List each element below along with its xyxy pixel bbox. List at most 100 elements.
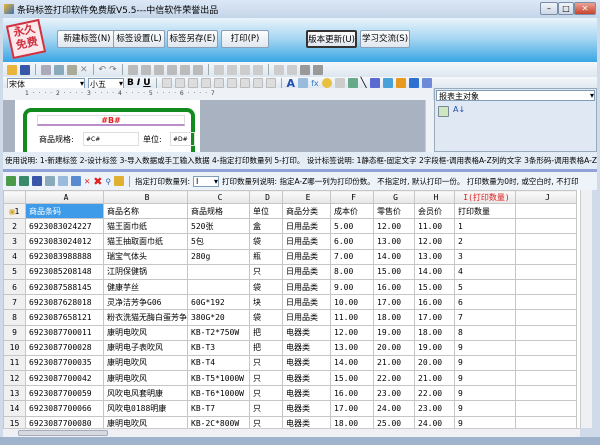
text-align-3-icon[interactable] (187, 78, 198, 88)
grid-cell[interactable]: 成本价 (330, 202, 374, 220)
label-design-canvas[interactable]: #B# 商品规格: #C# 单位: #D# (3, 100, 425, 158)
grid-cell[interactable] (515, 248, 577, 265)
barcode-icon[interactable] (369, 78, 380, 88)
grid-cell[interactable]: 袋 (249, 309, 283, 326)
text-align-1-icon[interactable] (161, 78, 172, 88)
label-save-as-button[interactable]: 标签另存(E) (167, 30, 218, 48)
column-header[interactable]: B (103, 190, 188, 204)
grid-cell[interactable]: 10.00 (330, 294, 374, 311)
grid-cell[interactable]: 粉衣洗猫无酶白蛋芳争 (103, 309, 188, 326)
grid-cell[interactable]: 6923087700011 (25, 324, 104, 341)
text-align-6-icon[interactable] (226, 78, 237, 88)
grid-cell[interactable]: 商品规格 (187, 202, 250, 220)
grid-cell[interactable] (515, 309, 577, 326)
page-number-icon[interactable] (334, 78, 345, 88)
grid-cell[interactable]: 14.00 (414, 263, 455, 280)
unit-field[interactable]: #D# (170, 132, 195, 146)
maximize-button[interactable]: □ (558, 2, 574, 15)
font-size-select[interactable]: 小五 ▾ (88, 77, 124, 89)
formula-icon[interactable]: fx (311, 79, 319, 88)
grid-cell[interactable]: 只 (249, 415, 283, 428)
grid-cell[interactable]: 280g (187, 248, 250, 265)
export-icon[interactable] (19, 176, 29, 186)
grid-cell[interactable]: 单位 (249, 202, 283, 220)
column-header[interactable]: H (414, 190, 455, 204)
column-header[interactable]: F (330, 190, 374, 204)
row-number[interactable]: 14 (3, 400, 26, 417)
row-number[interactable]: 6 (3, 278, 26, 296)
grid-cell[interactable]: 16.00 (330, 385, 374, 402)
grid-cell[interactable]: 7.00 (330, 248, 374, 265)
grid-cell[interactable]: 商品条码 (25, 202, 104, 220)
grid-cell[interactable]: 商品名称 (103, 202, 188, 220)
grid-cell[interactable]: 6923087700028 (25, 339, 104, 356)
copy-row-icon[interactable] (58, 176, 68, 186)
grid-cell[interactable]: 9 (454, 354, 516, 372)
grid-cell[interactable]: 11.00 (414, 218, 455, 235)
qty-column-select[interactable]: I ▾ (193, 175, 220, 187)
grid-cell[interactable]: 17.00 (330, 400, 374, 417)
row-number[interactable]: 10 (3, 339, 26, 356)
grid-cell[interactable]: 16.00 (414, 294, 455, 311)
open-icon[interactable] (7, 64, 17, 75)
grid-cell[interactable]: KB-2C*800W (187, 415, 250, 428)
row-number[interactable]: 13 (3, 385, 26, 402)
grid-cell[interactable] (515, 400, 577, 417)
grid-cell[interactable] (515, 339, 577, 356)
column-header[interactable]: I(打印数量) (454, 190, 516, 204)
grid-cell[interactable]: 12.00 (330, 324, 374, 341)
grid-cell[interactable]: 8.00 (330, 263, 374, 280)
grid-cell[interactable]: 打印数量 (454, 202, 516, 220)
grid-cell[interactable]: 电器类 (282, 370, 331, 387)
grid-cell[interactable]: 24.00 (414, 415, 455, 428)
find-icon[interactable]: ⚲ (106, 177, 112, 186)
grid-cell[interactable]: 20.00 (414, 354, 455, 372)
shape-icon[interactable] (347, 78, 358, 88)
grid-cell[interactable]: 把 (249, 324, 283, 341)
spacing-icon[interactable] (252, 64, 263, 75)
delete-all-icon[interactable]: ✖ (93, 175, 102, 188)
grid-cell[interactable]: 13.00 (330, 339, 374, 356)
cut-row-icon[interactable] (45, 176, 55, 186)
title-field[interactable]: #B# (37, 115, 185, 126)
row-number[interactable]: 7 (3, 294, 26, 311)
lock-icon[interactable] (114, 176, 125, 186)
row-number[interactable]: 3 (3, 233, 26, 250)
grid-cell[interactable] (515, 278, 577, 296)
image-icon[interactable] (382, 78, 393, 88)
grid-cell[interactable]: 只 (249, 354, 283, 372)
align-center-icon[interactable] (140, 64, 151, 75)
grid-cell[interactable]: 15.00 (330, 370, 374, 387)
grid-cell[interactable]: 15.00 (373, 263, 415, 280)
bring-front-icon[interactable] (299, 64, 310, 75)
grid-cell[interactable]: 13.00 (414, 248, 455, 265)
grid-cell[interactable] (515, 354, 577, 372)
grid-cell[interactable]: 6923087700042 (25, 370, 104, 387)
grid-cell[interactable]: 20.00 (373, 339, 415, 356)
grid-cell[interactable]: 23.00 (414, 400, 455, 417)
align-top-icon[interactable] (166, 64, 177, 75)
grid-cell[interactable]: 6923087700066 (25, 400, 104, 417)
grid-cell[interactable] (515, 324, 577, 341)
grid-cell[interactable]: 18.00 (330, 415, 374, 428)
v-spacing-icon[interactable] (286, 64, 297, 75)
text-align-2-icon[interactable] (174, 78, 185, 88)
grid-cell[interactable] (515, 263, 577, 280)
label-settings-button[interactable]: 标签设置(L) (113, 30, 165, 48)
grid-cell[interactable]: 电器类 (282, 415, 331, 428)
grid-cell[interactable]: 2 (454, 233, 516, 250)
grid-cell[interactable]: 6923087628018 (25, 294, 104, 311)
spec-field[interactable]: #C# (83, 132, 139, 146)
grid-cell[interactable]: 日用品类 (282, 263, 331, 280)
grid-cell[interactable]: 日用品类 (282, 218, 331, 235)
redo-icon[interactable]: ↷ (109, 65, 117, 75)
grid-cell[interactable]: 24.00 (373, 400, 415, 417)
grid-cell[interactable]: 5包 (187, 233, 250, 250)
same-width-icon[interactable] (213, 64, 224, 75)
version-update-button[interactable]: 版本更新(U) (306, 30, 357, 48)
grid-cell[interactable]: 14.00 (330, 354, 374, 372)
grid-cell[interactable]: 商品分类 (282, 202, 331, 220)
grid-cell[interactable]: 9 (454, 400, 516, 417)
field-box-icon[interactable] (298, 78, 309, 88)
italic-button[interactable]: I (137, 78, 140, 88)
